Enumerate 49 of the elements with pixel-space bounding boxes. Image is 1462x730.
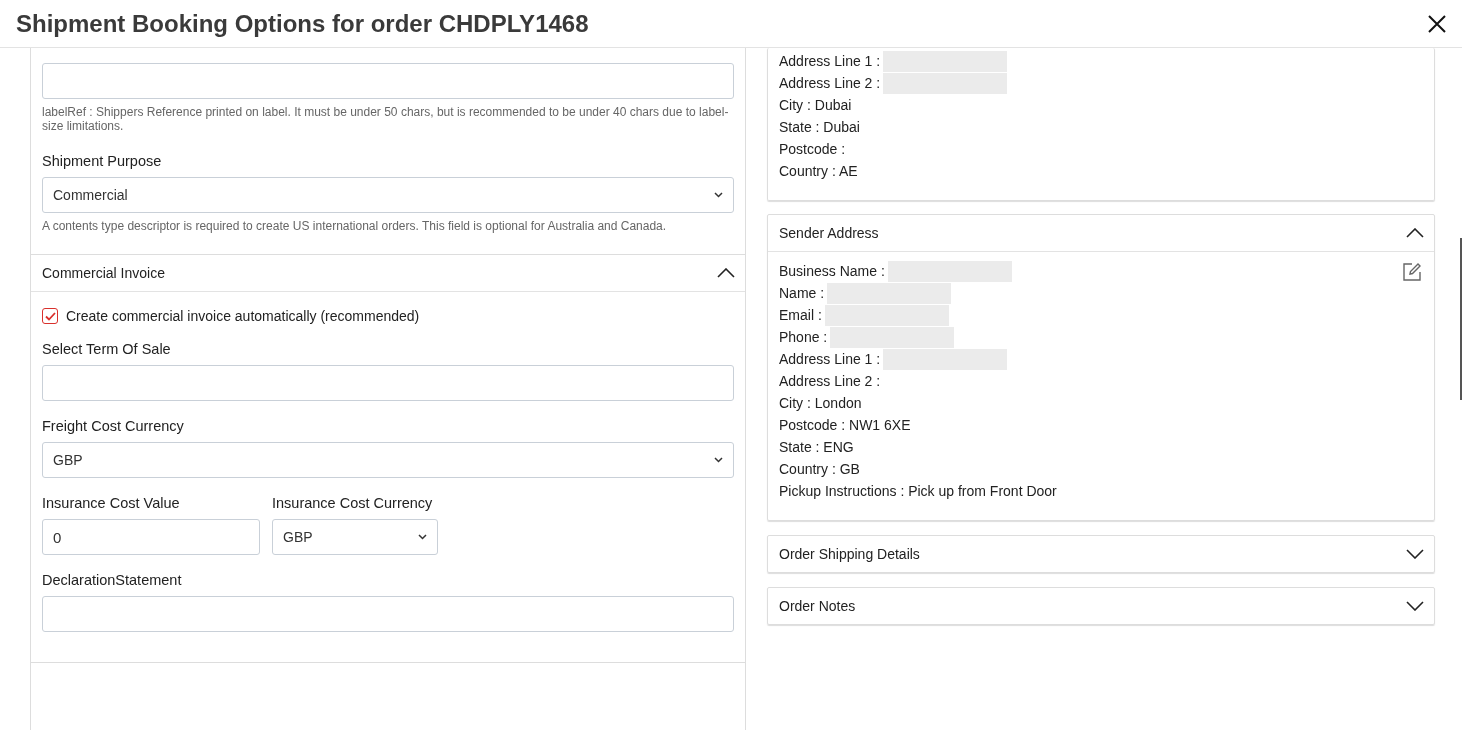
input-field[interactable] bbox=[42, 365, 734, 401]
address-line: Pickup Instructions : Pick up from Front Door bbox=[779, 482, 1057, 501]
caret-icon bbox=[714, 192, 723, 198]
edit-icon[interactable] bbox=[1402, 262, 1422, 282]
checkbox-label: Create commercial invoice automatically (recommended) bbox=[66, 308, 420, 324]
checkbox[interactable] bbox=[42, 308, 58, 324]
address-line: City : London bbox=[779, 394, 862, 413]
field-hint: A contents type descriptor is required to create US international orders. This field is optional for Australia and Canada. bbox=[42, 219, 668, 233]
address-line: Address Line 2 : bbox=[779, 372, 881, 391]
field-label: Select Term Of Sale bbox=[42, 341, 172, 357]
section-title: Commercial Invoice bbox=[42, 265, 166, 281]
address-line: Address Line 1 : bbox=[779, 52, 881, 71]
select-field[interactable]: GBP bbox=[272, 519, 438, 555]
chevron-up-icon[interactable] bbox=[1406, 228, 1424, 238]
input-field[interactable] bbox=[42, 596, 734, 632]
select-field[interactable]: GBP bbox=[42, 442, 734, 478]
chevron-up-icon[interactable] bbox=[717, 268, 735, 278]
chevron-down-icon[interactable] bbox=[1406, 601, 1424, 611]
field-label: Shipment Purpose bbox=[42, 153, 163, 169]
address-line: Country : AE bbox=[779, 162, 858, 181]
address-line: Name : bbox=[779, 284, 825, 303]
field-hint: labelRef : Shippers Reference printed on label. It must be under 50 chars, but is recommended to be under 40 chars due to label-size limitations. bbox=[42, 105, 730, 133]
section-title: Order Shipping Details bbox=[779, 546, 920, 562]
address-line: State : Dubai bbox=[779, 118, 860, 137]
address-line: Business Name : bbox=[779, 262, 885, 281]
section-title: Order Notes bbox=[779, 598, 856, 614]
chevron-down-icon[interactable] bbox=[1406, 549, 1424, 559]
address-line: Email : bbox=[779, 306, 822, 325]
section-title: Sender Address bbox=[779, 225, 879, 241]
field-label: Insurance Cost Value bbox=[42, 495, 181, 511]
address-line: Postcode : bbox=[779, 140, 846, 159]
address-line: Phone : bbox=[779, 328, 828, 347]
caret-icon bbox=[418, 534, 427, 540]
input-field[interactable] bbox=[42, 63, 734, 99]
scrollbar-thumb[interactable] bbox=[1460, 238, 1462, 400]
dialog-title: Shipment Booking Options for order CHDPLY1468 bbox=[16, 9, 589, 38]
field-label: Freight Cost Currency bbox=[42, 418, 185, 434]
caret-icon bbox=[714, 457, 723, 463]
close-button[interactable] bbox=[1428, 14, 1446, 33]
field-label: Insurance Cost Currency bbox=[272, 495, 434, 511]
field-label: DeclarationStatement bbox=[42, 572, 183, 588]
address-line: Postcode : NW1 6XE bbox=[779, 416, 911, 435]
address-line: City : Dubai bbox=[779, 96, 852, 115]
address-line: State : ENG bbox=[779, 438, 854, 457]
select-field[interactable]: Commercial bbox=[42, 177, 734, 213]
input-field[interactable]: 0 bbox=[42, 519, 260, 555]
address-line: Address Line 2 : bbox=[779, 74, 881, 93]
address-line: Country : GB bbox=[779, 460, 860, 479]
address-line: Address Line 1 : bbox=[779, 350, 881, 369]
